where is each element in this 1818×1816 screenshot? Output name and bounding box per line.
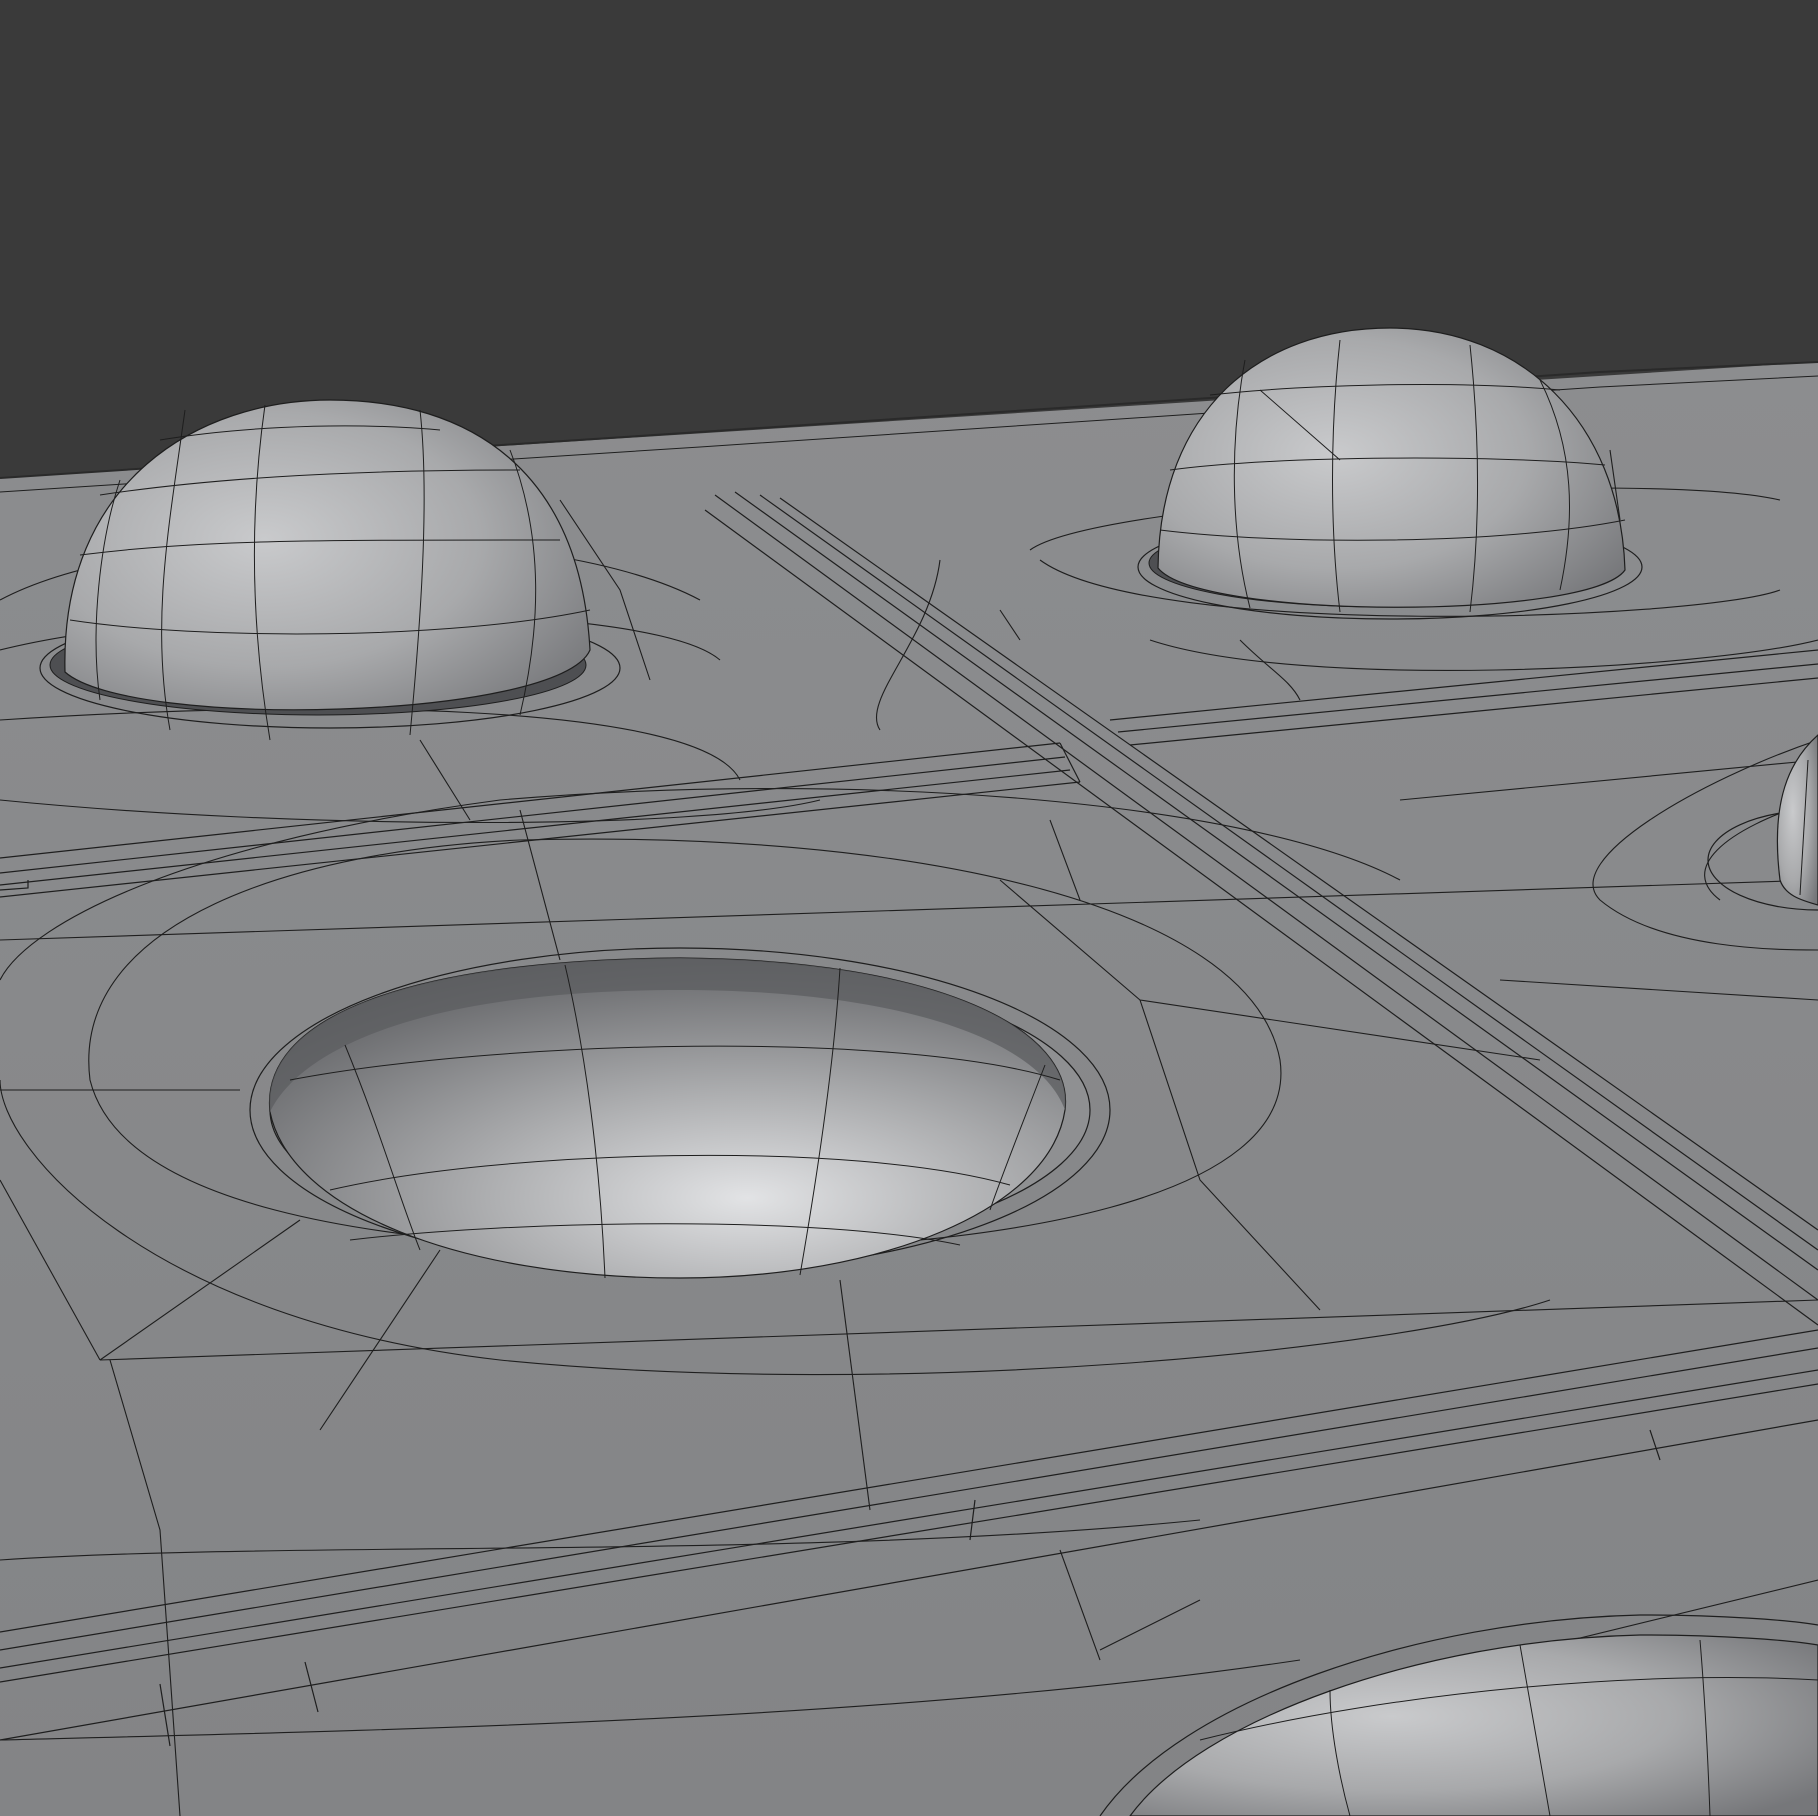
viewport-canvas[interactable] xyxy=(0,0,1818,1816)
3d-viewport[interactable] xyxy=(0,0,1818,1816)
